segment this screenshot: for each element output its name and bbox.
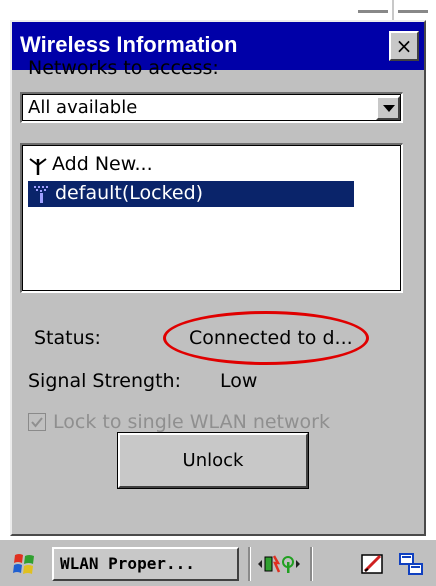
unlock-button-label: Unlock [182, 450, 244, 471]
background-window-edge [358, 10, 388, 13]
status-label: Status: [34, 327, 101, 349]
network-list[interactable]: Add New... default(Locked) [20, 143, 403, 293]
networks-dropdown[interactable]: All available [20, 92, 403, 123]
close-button[interactable]: × [389, 31, 419, 61]
signal-strength-label: Signal Strength: [28, 370, 181, 392]
antenna-icon [29, 158, 47, 175]
windows-start-icon[interactable] [12, 551, 38, 577]
tray-divider [310, 547, 313, 581]
unlock-button[interactable]: Unlock [117, 432, 309, 489]
taskbar: WLAN Proper... [0, 538, 436, 586]
taskbar-wlan-properties[interactable]: WLAN Proper... [52, 547, 239, 581]
pen-input-icon[interactable] [361, 552, 385, 576]
checkmark-icon [31, 417, 43, 428]
tray-divider [248, 547, 251, 581]
background-window-edge [398, 10, 428, 13]
wifi-status-icon[interactable] [256, 552, 302, 576]
lock-checkbox-label: Lock to single WLAN network [53, 411, 330, 433]
list-item-label: Add New... [52, 153, 153, 175]
network-icon[interactable] [399, 552, 423, 576]
annotation-circle [163, 311, 369, 365]
background-window [0, 0, 436, 20]
window-title: Wireless Information [20, 32, 238, 57]
networks-selected-value: All available [28, 97, 138, 118]
close-icon: × [395, 34, 413, 58]
dropdown-arrow-icon[interactable] [376, 96, 400, 120]
lock-checkbox[interactable] [28, 413, 46, 431]
networks-label: Networks to access: [28, 57, 219, 79]
wireless-signal-icon [32, 184, 52, 204]
list-item-label: default(Locked) [55, 182, 204, 204]
background-window-divider [392, 0, 394, 20]
list-item-default[interactable]: default(Locked) [28, 181, 354, 207]
signal-strength-value: Low [220, 370, 258, 392]
